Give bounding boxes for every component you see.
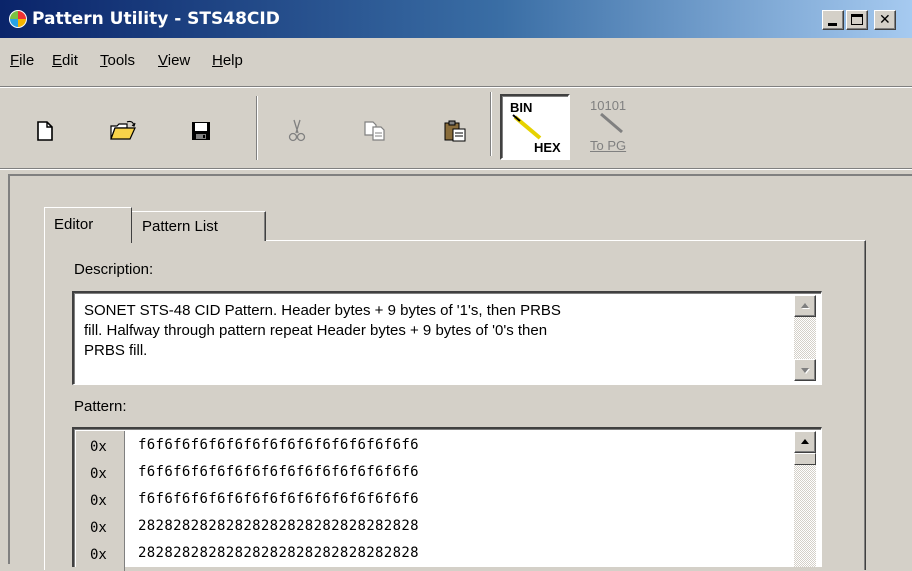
to-pg-bits-label: 10101 [590, 98, 627, 113]
window-title: Pattern Utility - STS48CID [32, 9, 280, 29]
toolbar-divider [0, 168, 912, 170]
menu-help-label: elp [222, 52, 243, 69]
hex-label: HEX [534, 140, 561, 155]
scroll-up-arrow-icon [801, 439, 809, 444]
title-bar: Pattern Utility - STS48CID ✕ [0, 0, 912, 38]
cut-button[interactable] [282, 116, 312, 146]
open-folder-icon [110, 120, 136, 140]
tab-editor[interactable]: Editor [44, 207, 132, 243]
menu-file[interactable]: File [10, 52, 34, 69]
scroll-up-button[interactable] [794, 295, 816, 317]
pattern-row[interactable]: f6f6f6f6f6f6f6f6f6f6f6f6f6f6f6f6 [138, 437, 419, 453]
menu-view-accel: V [158, 52, 168, 69]
save-disk-icon [192, 122, 210, 140]
menu-file-accel: F [10, 52, 20, 69]
to-pg-arrow-icon [600, 112, 623, 134]
pattern-editor[interactable]: 0x 0x 0x 0x 0x f6f6f6f6f6f6f6f6f6f6f6f6f… [72, 427, 822, 571]
pattern-label: Pattern: [74, 398, 127, 415]
hex-prefix: 0x [90, 466, 107, 482]
toolbar-separator [256, 96, 258, 160]
minimize-icon [828, 23, 837, 26]
pattern-row[interactable]: f6f6f6f6f6f6f6f6f6f6f6f6f6f6f6f6 [138, 491, 419, 507]
toolbar-separator [490, 92, 492, 156]
close-icon: ✕ [879, 12, 891, 28]
menu-view[interactable]: View [158, 52, 190, 69]
paste-clipboard-icon [444, 120, 466, 142]
description-line: fill. Halfway through pattern repeat Hea… [84, 322, 548, 339]
description-label: Description: [74, 261, 154, 278]
description-line: SONET STS-48 CID Pattern. Header bytes +… [84, 302, 561, 319]
maximize-button[interactable] [846, 10, 868, 30]
pattern-row[interactable]: 28282828282828282828282828282828 [138, 545, 419, 561]
menu-tools-accel: T [100, 52, 108, 69]
hex-prefix: 0x [90, 520, 107, 536]
minimize-button[interactable] [822, 10, 844, 30]
pattern-row[interactable]: f6f6f6f6f6f6f6f6f6f6f6f6f6f6f6f6 [138, 464, 419, 480]
hex-prefix: 0x [90, 439, 107, 455]
pattern-row[interactable]: 28282828282828282828282828282828 [138, 518, 419, 534]
new-button[interactable] [30, 116, 60, 146]
description-scrollbar[interactable] [794, 295, 816, 381]
bin-hex-arrow-icon [512, 114, 542, 140]
app-logo-icon [9, 10, 27, 28]
menu-file-label: ile [19, 52, 35, 69]
bin-hex-toggle-button[interactable]: BIN HEX [500, 94, 570, 160]
hex-prefix-column: 0x 0x 0x 0x 0x [76, 431, 125, 571]
scrollbar-thumb[interactable] [794, 453, 816, 465]
bin-label: BIN [510, 100, 533, 115]
maximize-icon [851, 14, 863, 25]
description-line: PRBS fill. [84, 342, 148, 359]
description-text: SONET STS-48 CID Pattern. Header bytes +… [84, 301, 784, 361]
menu-view-label: iew [167, 52, 191, 69]
scroll-up-arrow-icon [801, 303, 809, 308]
scroll-down-button[interactable] [794, 359, 816, 381]
menu-help[interactable]: Help [212, 52, 243, 69]
open-button[interactable] [108, 116, 138, 146]
copy-button[interactable] [360, 116, 390, 146]
to-pg-label: To PG [590, 138, 627, 153]
menu-edit-label: dit [62, 52, 78, 69]
scroll-down-arrow-icon [801, 368, 809, 373]
new-document-icon [37, 121, 53, 141]
to-pg-button[interactable]: 10101 To PG [578, 94, 648, 160]
close-button[interactable]: ✕ [874, 10, 896, 30]
pattern-scrollbar[interactable] [794, 431, 816, 567]
copy-icon [364, 121, 385, 141]
tab-pattern-list[interactable]: Pattern List [132, 211, 266, 241]
menu-edit[interactable]: Edit [52, 52, 78, 69]
cut-scissors-icon [288, 119, 306, 142]
description-textarea[interactable]: SONET STS-48 CID Pattern. Header bytes +… [72, 291, 822, 385]
paste-button[interactable] [440, 116, 470, 146]
menu-bar: File Edit Tools View Help [0, 38, 912, 88]
toolbar [0, 88, 912, 168]
menu-tools[interactable]: Tools [100, 52, 135, 69]
hex-prefix: 0x [90, 547, 107, 563]
hex-prefix: 0x [90, 493, 107, 509]
menu-tools-label: ools [107, 52, 136, 69]
menu-help-accel: H [212, 52, 223, 69]
menu-edit-accel: E [52, 52, 63, 69]
scroll-up-button[interactable] [794, 431, 816, 453]
save-button[interactable] [186, 116, 216, 146]
